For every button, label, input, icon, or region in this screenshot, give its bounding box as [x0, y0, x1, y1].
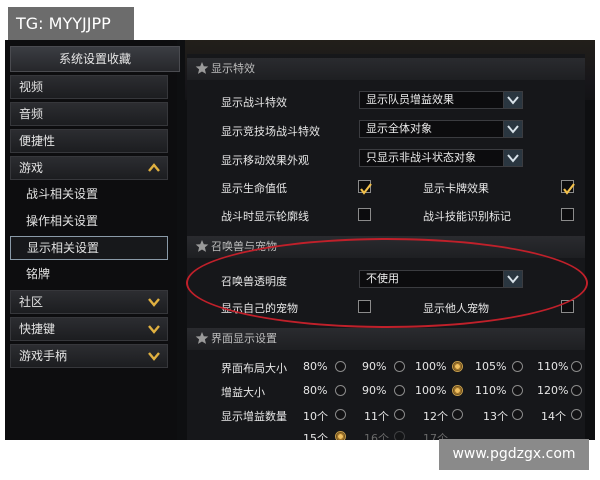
show-hp-label: 显示生命值低 — [221, 182, 287, 195]
star-icon[interactable] — [195, 331, 209, 345]
sidebar-item-label: 游戏 — [19, 161, 44, 175]
buff-count-option-label: 14个 — [541, 410, 566, 423]
buff-size-radio-80[interactable] — [335, 385, 346, 396]
layout-size-label: 界面布局大小 — [221, 362, 287, 375]
sidebar-item-hotkeys[interactable]: 快捷键 — [10, 317, 168, 341]
sidebar-item-label: 快捷键 — [19, 322, 56, 336]
buff-count-option-label: 11个 — [364, 410, 389, 423]
layout-option-label: 105% — [475, 360, 507, 373]
chevron-down-icon — [503, 150, 522, 166]
sidebar-title: 系统设置收藏 — [10, 46, 180, 72]
sidebar-item-label: 战斗相关设置 — [26, 187, 99, 201]
outline-checkbox[interactable] — [358, 208, 371, 221]
watermark-top: TG: MYYJJPP — [8, 7, 134, 41]
sidebar-item-game[interactable]: 游戏 — [10, 156, 168, 180]
checkmark-icon — [360, 183, 372, 195]
select-value: 显示队员增益效果 — [366, 93, 454, 106]
sidebar-item-label: 游戏手柄 — [19, 349, 68, 363]
buff-count-radio-12[interactable] — [452, 409, 463, 420]
watermark-bottom: www.pgdzgx.com — [439, 439, 589, 470]
battle-effects-select[interactable]: 显示队员增益效果 — [359, 91, 523, 109]
sidebar-item-combat[interactable]: 战斗相关设置 — [18, 183, 168, 207]
buff-size-radio-100[interactable] — [452, 385, 463, 396]
buff-size-option-label: 110% — [475, 384, 507, 397]
buff-size-option-label: 80% — [303, 384, 328, 397]
layout-radio-105[interactable] — [512, 361, 523, 372]
section-title: 界面显示设置 — [211, 332, 277, 345]
sidebar-item-nameplate[interactable]: 铭牌 — [18, 263, 168, 287]
select-value: 只显示非战斗状态对象 — [366, 151, 476, 164]
chevron-down-icon — [148, 298, 160, 307]
annotation-ellipse — [186, 238, 588, 328]
settings-window: 系统设置收藏 视频 音频 便捷性 游戏 战斗相关设置 操作相关设置 显示相关设置… — [5, 40, 595, 440]
chevron-down-icon — [503, 121, 522, 137]
layout-option-label: 100% — [415, 360, 447, 373]
layout-radio-100[interactable] — [452, 361, 463, 372]
select-value: 显示全体对象 — [366, 122, 432, 135]
show-card-label: 显示卡牌效果 — [423, 182, 489, 195]
sidebar-item-label: 便捷性 — [19, 134, 56, 148]
buff-count-radio-14[interactable] — [571, 409, 582, 420]
sidebar-item-display[interactable]: 显示相关设置 — [10, 236, 168, 260]
outline-label: 战斗时显示轮廓线 — [221, 210, 309, 223]
skill-mark-label: 战斗技能识别标记 — [423, 210, 511, 223]
sidebar-item-convenience[interactable]: 便捷性 — [10, 129, 168, 153]
sidebar-item-community[interactable]: 社区 — [10, 290, 168, 314]
sidebar-item-controls[interactable]: 操作相关设置 — [18, 210, 168, 234]
star-icon[interactable] — [195, 61, 209, 75]
layout-option-label: 80% — [303, 360, 328, 373]
layout-radio-80[interactable] — [335, 361, 346, 372]
checkmark-icon — [563, 183, 575, 195]
buff-size-option-label: 120% — [537, 384, 569, 397]
arena-effects-select[interactable]: 显示全体对象 — [359, 120, 523, 138]
move-effects-label: 显示移动效果外观 — [221, 154, 309, 167]
buff-size-option-label: 100% — [415, 384, 447, 397]
buff-size-radio-110[interactable] — [512, 385, 523, 396]
sidebar-item-audio[interactable]: 音频 — [10, 102, 168, 126]
buff-count-radio-15[interactable] — [335, 431, 346, 440]
sidebar-item-label: 视频 — [19, 80, 44, 94]
chevron-down-icon — [148, 325, 160, 334]
buff-count-option-label: 10个 — [303, 410, 328, 423]
buff-count-radio-13[interactable] — [512, 409, 523, 420]
sidebar-item-label: 铭牌 — [26, 267, 51, 281]
arena-effects-label: 显示竞技场战斗特效 — [221, 125, 320, 138]
section-header-ui: 界面显示设置 — [187, 328, 585, 350]
layout-option-label: 110% — [537, 360, 569, 373]
layout-radio-90[interactable] — [394, 361, 405, 372]
show-card-checkbox[interactable] — [561, 180, 575, 195]
chevron-down-icon — [148, 352, 160, 361]
show-hp-checkbox[interactable] — [358, 180, 372, 195]
layout-radio-110[interactable] — [571, 361, 582, 372]
layout-option-label: 90% — [362, 360, 387, 373]
sidebar: 系统设置收藏 视频 音频 便捷性 游戏 战斗相关设置 操作相关设置 显示相关设置… — [5, 40, 180, 440]
section-header-effects: 显示特效 — [187, 58, 585, 80]
section-title: 显示特效 — [211, 62, 255, 75]
skill-mark-checkbox[interactable] — [561, 208, 574, 221]
buff-count-radio-10[interactable] — [335, 409, 346, 420]
sidebar-item-gamepad[interactable]: 游戏手柄 — [10, 344, 168, 368]
move-effects-select[interactable]: 只显示非战斗状态对象 — [359, 149, 523, 167]
buff-size-option-label: 90% — [362, 384, 387, 397]
buff-count-option-label: 13个 — [483, 410, 508, 423]
buff-count-option-label: 15个 — [303, 432, 328, 440]
buff-size-radio-90[interactable] — [394, 385, 405, 396]
buff-size-radio-120[interactable] — [571, 385, 582, 396]
buff-count-option-label: 16个 — [364, 432, 389, 440]
sidebar-item-video[interactable]: 视频 — [10, 75, 168, 99]
buff-count-radio-16[interactable] — [394, 431, 405, 440]
star-icon[interactable] — [195, 239, 209, 253]
buff-count-option-label: 12个 — [423, 410, 448, 423]
sidebar-item-label: 音频 — [19, 107, 44, 121]
chevron-up-icon — [148, 163, 160, 172]
sidebar-item-label: 社区 — [19, 295, 44, 309]
buff-size-label: 增益大小 — [221, 386, 265, 399]
battle-effects-label: 显示战斗特效 — [221, 96, 287, 109]
chevron-down-icon — [503, 92, 522, 108]
sidebar-item-label: 操作相关设置 — [26, 214, 99, 228]
sidebar-item-label: 显示相关设置 — [27, 241, 100, 255]
buff-count-radio-11[interactable] — [394, 409, 405, 420]
buff-count-label: 显示增益数量 — [221, 410, 287, 423]
